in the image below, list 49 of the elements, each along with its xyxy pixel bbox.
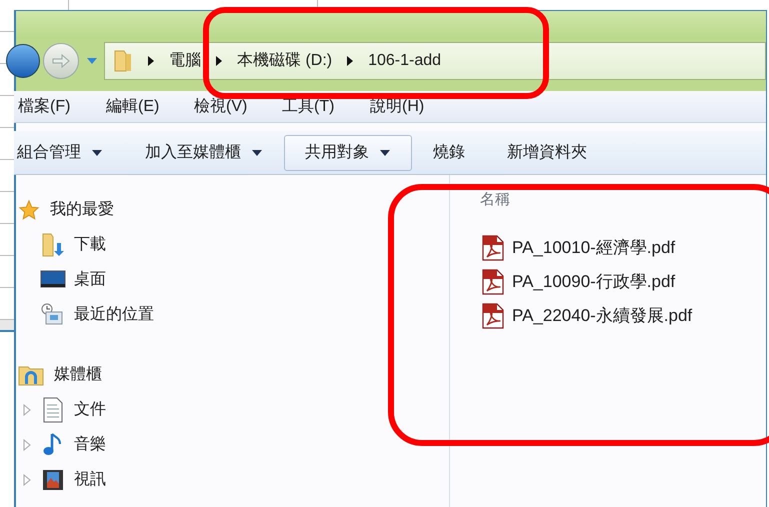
nav-item[interactable]: 桌面 bbox=[74, 268, 106, 292]
nav-group-label[interactable]: 我的最愛 bbox=[50, 198, 114, 222]
back-button[interactable] bbox=[6, 44, 40, 78]
pdf-file-icon bbox=[480, 303, 506, 329]
expand-arrow-icon[interactable] bbox=[23, 438, 31, 450]
file-name[interactable]: PA_10090-行政學.pdf bbox=[512, 269, 676, 295]
history-dropdown[interactable] bbox=[86, 57, 98, 65]
caret-icon bbox=[91, 148, 103, 156]
expand-arrow-icon[interactable] bbox=[23, 474, 31, 486]
nav-item[interactable]: 視訊 bbox=[74, 468, 106, 492]
breadcrumb[interactable]: 本機磁碟 (D:) bbox=[237, 49, 332, 73]
breadcrumb[interactable]: 電腦 bbox=[169, 49, 201, 73]
toolbar-button[interactable]: 共用對象 bbox=[284, 134, 412, 170]
chevron-right-icon bbox=[215, 55, 223, 67]
download-folder-icon bbox=[40, 232, 66, 258]
toolbar-button[interactable]: 加入至媒體櫃 bbox=[124, 134, 284, 170]
menu-item[interactable]: 說明(H) bbox=[370, 94, 458, 118]
nav-item[interactable]: 下載 bbox=[74, 232, 106, 256]
monitor-icon bbox=[40, 268, 66, 290]
chevron-right-icon bbox=[346, 55, 354, 67]
star-icon bbox=[18, 199, 40, 221]
document-icon bbox=[42, 396, 64, 422]
toolbar-button[interactable]: 燒錄 bbox=[412, 134, 486, 170]
address-field[interactable]: 電腦 本機磁碟 (D:) 106-1-add bbox=[104, 42, 766, 80]
nav-group-label[interactable]: 媒體櫃 bbox=[54, 363, 102, 387]
nav-item[interactable]: 最近的位置 bbox=[74, 302, 154, 326]
chevron-right-icon bbox=[147, 55, 155, 67]
column-header[interactable]: 名稱 bbox=[480, 189, 766, 215]
file-name[interactable]: PA_22040-永續發展.pdf bbox=[512, 303, 692, 329]
menu-item[interactable]: 檔案(F) bbox=[18, 94, 106, 118]
menu-item[interactable]: 編輯(E) bbox=[106, 94, 194, 118]
breadcrumb[interactable]: 106-1-add bbox=[368, 49, 442, 73]
pdf-file-icon bbox=[480, 269, 506, 295]
arrow-right-icon bbox=[52, 54, 70, 68]
expand-arrow-icon[interactable] bbox=[23, 404, 31, 416]
nav-item[interactable]: 音樂 bbox=[74, 432, 106, 456]
pdf-file-icon bbox=[480, 235, 506, 261]
film-icon bbox=[42, 468, 64, 490]
caret-icon bbox=[379, 148, 391, 156]
music-note-icon bbox=[42, 432, 64, 458]
menu-item[interactable]: 檢視(V) bbox=[194, 94, 282, 118]
caret-icon bbox=[86, 57, 98, 65]
nav-item[interactable]: 文件 bbox=[74, 398, 106, 422]
toolbar-button[interactable]: 新增資料夾 bbox=[486, 134, 608, 170]
library-icon bbox=[18, 364, 44, 386]
caret-icon bbox=[251, 148, 263, 156]
toolbar-button[interactable]: 組合管理 bbox=[14, 134, 124, 170]
file-name[interactable]: PA_10010-經濟學.pdf bbox=[512, 235, 676, 261]
folder-icon bbox=[113, 49, 133, 73]
